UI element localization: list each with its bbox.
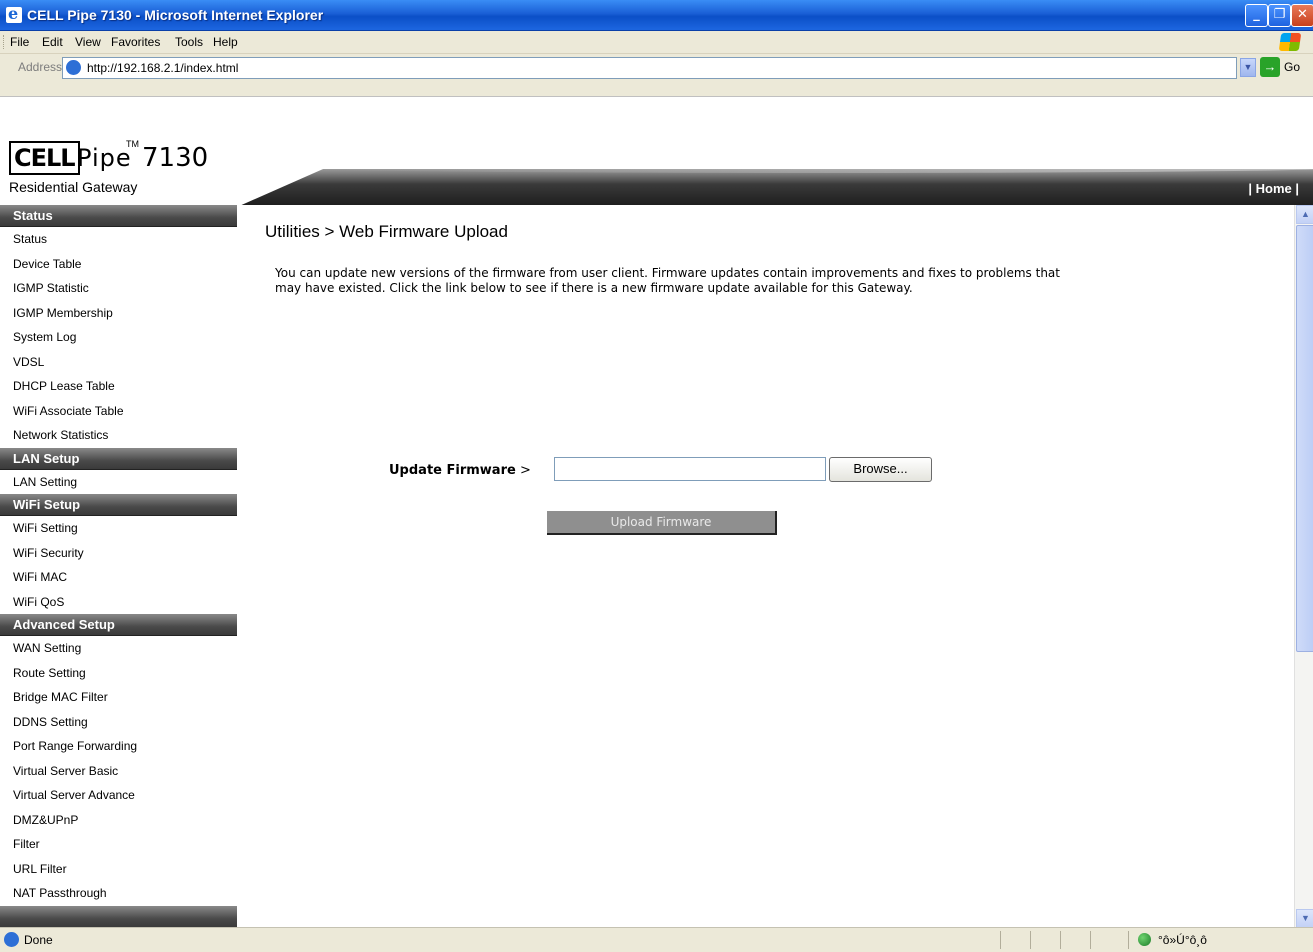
- sidebar-item-filter[interactable]: Filter: [0, 832, 237, 857]
- vertical-scrollbar[interactable]: ▲ ▼: [1294, 205, 1313, 928]
- logo-pipe-text: Pipe: [77, 144, 132, 172]
- status-separator: [1060, 931, 1061, 949]
- menu-edit[interactable]: Edit: [42, 35, 63, 49]
- sidebar-section-clipped: [0, 905, 237, 928]
- sidebar-item-route-setting[interactable]: Route Setting: [0, 661, 237, 686]
- logo-subtitle: Residential Gateway: [9, 179, 138, 195]
- main-content: Utilities > Web Firmware Upload You can …: [237, 205, 1294, 928]
- menu-tools[interactable]: Tools: [175, 35, 203, 49]
- sidebar-item-port-range-forwarding[interactable]: Port Range Forwarding: [0, 734, 237, 759]
- sidebar-item-virtual-server-advance[interactable]: Virtual Server Advance: [0, 783, 237, 808]
- windows-logo-icon: [1278, 33, 1302, 51]
- update-firmware-label: Update Firmware >: [389, 463, 531, 478]
- sidebar-item-wifi-qos[interactable]: WiFi QoS: [0, 590, 237, 615]
- status-separator: [1000, 931, 1001, 949]
- sidebar-item-network-statistics[interactable]: Network Statistics: [0, 423, 237, 448]
- sidebar-item-device-table[interactable]: Device Table: [0, 252, 237, 277]
- go-arrow-icon[interactable]: →: [1260, 57, 1280, 77]
- status-separator: [1090, 931, 1091, 949]
- close-button[interactable]: ✕: [1291, 4, 1313, 27]
- sidebar-item-dmz-upnp[interactable]: DMZ&UPnP: [0, 808, 237, 833]
- sidebar-item-wifi-setting[interactable]: WiFi Setting: [0, 516, 237, 541]
- address-dropdown-icon[interactable]: ▼: [1240, 58, 1256, 77]
- page-icon: [66, 60, 81, 75]
- logo-model: 7130: [142, 143, 209, 173]
- header-swoosh: [297, 169, 1313, 173]
- menu-view[interactable]: View: [75, 35, 101, 49]
- title-bar: CELL Pipe 7130 - Microsoft Internet Expl…: [0, 0, 1313, 31]
- ie-icon: [6, 4, 22, 23]
- update-firmware-label-text: Update Firmware: [389, 463, 516, 478]
- sidebar-item-wifi-associate-table[interactable]: WiFi Associate Table: [0, 399, 237, 424]
- sidebar-item-nat-passthrough[interactable]: NAT Passthrough: [0, 881, 237, 906]
- sidebar-item-igmp-membership[interactable]: IGMP Membership: [0, 301, 237, 326]
- sidebar-section-status: Status: [0, 205, 237, 227]
- home-link[interactable]: | Home |: [1248, 181, 1299, 196]
- sidebar-item-system-log[interactable]: System Log: [0, 325, 237, 350]
- sidebar-item-dhcp-lease-table[interactable]: DHCP Lease Table: [0, 374, 237, 399]
- page-title: Utilities > Web Firmware Upload: [265, 222, 508, 241]
- status-separator: [1030, 931, 1031, 949]
- header-banner: [237, 169, 1313, 207]
- logo-cell-text: CELL: [9, 141, 80, 175]
- address-url: http://192.168.2.1/index.html: [87, 61, 239, 75]
- sidebar-item-wan-setting[interactable]: WAN Setting: [0, 636, 237, 661]
- sidebar-item-bridge-mac-filter[interactable]: Bridge MAC Filter: [0, 685, 237, 710]
- sidebar-nav: Status Status Device Table IGMP Statisti…: [0, 205, 237, 928]
- sidebar-section-advanced-setup: Advanced Setup: [0, 614, 237, 636]
- sidebar-item-lan-setting[interactable]: LAN Setting: [0, 470, 237, 495]
- status-bar: Done °ô»Ú°ô¸ô: [0, 927, 1313, 952]
- upload-firmware-button[interactable]: Upload Firmware: [547, 511, 777, 535]
- ie-page-icon: [4, 932, 19, 947]
- scroll-thumb[interactable]: [1296, 225, 1313, 652]
- sidebar-item-status[interactable]: Status: [0, 227, 237, 252]
- address-input[interactable]: http://192.168.2.1/index.html: [62, 57, 1237, 79]
- firmware-file-input[interactable]: [554, 457, 826, 481]
- sidebar-item-ddns-setting[interactable]: DDNS Setting: [0, 710, 237, 735]
- window-title: CELL Pipe 7130 - Microsoft Internet Expl…: [27, 7, 324, 23]
- sidebar-section-lan-setup: LAN Setup: [0, 447, 237, 470]
- scroll-up-icon[interactable]: ▲: [1296, 205, 1313, 224]
- update-firmware-arrow: >: [515, 463, 531, 478]
- browse-button[interactable]: Browse...: [829, 457, 932, 482]
- minimize-button[interactable]: _: [1245, 4, 1268, 27]
- intro-text: You can update new versions of the firmw…: [275, 266, 1060, 295]
- zone-text: °ô»Ú°ô¸ô: [1158, 933, 1207, 947]
- sidebar-item-virtual-server-basic[interactable]: Virtual Server Basic: [0, 759, 237, 784]
- internet-zone-icon: [1138, 933, 1151, 946]
- sidebar-item-url-filter[interactable]: URL Filter: [0, 857, 237, 882]
- status-text: Done: [24, 933, 53, 947]
- scroll-down-icon[interactable]: ▼: [1296, 909, 1313, 928]
- menu-help[interactable]: Help: [213, 35, 238, 49]
- sidebar-section-wifi-setup: WiFi Setup: [0, 494, 237, 516]
- sidebar-item-igmp-statistic[interactable]: IGMP Statistic: [0, 276, 237, 301]
- sidebar-item-wifi-security[interactable]: WiFi Security: [0, 541, 237, 566]
- go-button[interactable]: Go: [1284, 60, 1300, 74]
- menu-file[interactable]: File: [10, 35, 29, 49]
- menu-favorites[interactable]: Favorites: [111, 35, 160, 49]
- logo-trademark: TM: [126, 139, 139, 149]
- toolbar-grip: [3, 35, 7, 49]
- page-viewport: CELL Pipe TM 7130 Residential Gateway | …: [0, 96, 1313, 928]
- sidebar-item-wifi-mac[interactable]: WiFi MAC: [0, 565, 237, 590]
- maximize-button[interactable]: ❐: [1268, 4, 1291, 27]
- status-separator: [1128, 931, 1129, 949]
- address-bar: Address http://192.168.2.1/index.html ▼ …: [0, 54, 1313, 96]
- address-label: Address: [18, 60, 63, 74]
- sidebar-item-vdsl[interactable]: VDSL: [0, 350, 237, 375]
- menu-bar: File Edit View Favorites Tools Help: [0, 31, 1313, 54]
